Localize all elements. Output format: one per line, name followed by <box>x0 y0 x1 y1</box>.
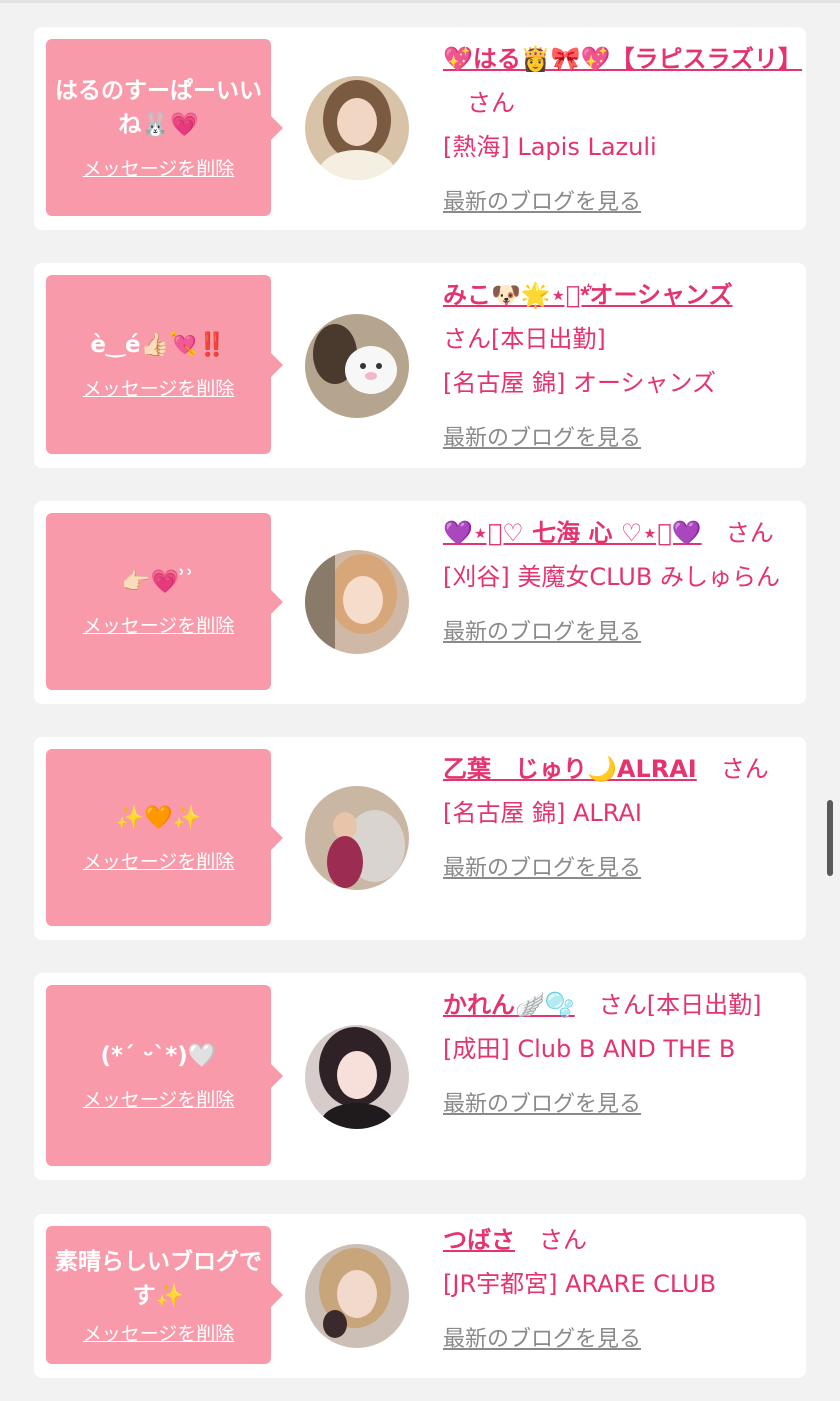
sender-info: かれん🪽🫧 さん[本日出勤] [成田] Club B AND THE B 最新のブ… <box>443 983 795 1127</box>
sender-name-link[interactable]: 乙葉 じゅり🌙ALRAI <box>443 755 697 783</box>
honorific: さん <box>725 519 774 547</box>
sender-info: 💖はる👸🎀💖【ラピスラズリ】さん [熱海] Lapis Lazuli 最新のブロ… <box>443 37 802 225</box>
delete-message-link[interactable]: メッセージを削除 <box>83 1319 235 1346</box>
latest-blog-link[interactable]: 最新のブログを見る <box>443 1318 795 1362</box>
sender-info: つばさ さん [JR宇都宮] ARARE CLUB 最新のブログを見る <box>443 1218 795 1362</box>
avatar[interactable] <box>305 550 409 654</box>
delete-message-link[interactable]: メッセージを削除 <box>83 847 235 874</box>
comment-bubble: はるのすーぱーいいね🐰💗 メッセージを削除 <box>46 39 283 216</box>
comment-text: (*ˊ ᵕˋ*)🤍 <box>100 1043 217 1069</box>
comment-bubble: è‿é👍🏻💘‼️ メッセージを削除 <box>46 275 283 454</box>
sender-name-link[interactable]: かれん🪽🫧 <box>443 991 575 1019</box>
message-card: è‿é👍🏻💘‼️ メッセージを削除 みこ🐶🌟⋆͛*͛オーシャンズ さん[本日出勤… <box>34 263 806 468</box>
avatar-photo <box>305 314 409 418</box>
sender-info: 乙葉 じゅり🌙ALRAI さん [名古屋 錦] ALRAI 最新のブログを見る <box>443 747 795 891</box>
comment-text: はるのすーぱーいいね🐰💗 <box>55 78 262 138</box>
latest-blog-link[interactable]: 最新のブログを見る <box>443 611 795 655</box>
avatar[interactable] <box>305 786 409 890</box>
comment-text: 👉🏻💗 ͗ ͗ <box>121 569 196 595</box>
sender-info: みこ🐶🌟⋆͛*͛オーシャンズ さん[本日出勤] [名古屋 錦] オーシャンズ 最… <box>443 273 795 461</box>
latest-blog-link[interactable]: 最新のブログを見る <box>443 1083 795 1127</box>
delete-message-link[interactable]: メッセージを削除 <box>83 1085 235 1112</box>
comment-text: è‿é👍🏻💘‼️ <box>90 332 227 358</box>
shop-name: [成田] Club B AND THE B <box>443 1035 736 1063</box>
comment-bubble: 👉🏻💗 ͗ ͗ メッセージを削除 <box>46 513 283 690</box>
latest-blog-link[interactable]: 最新のブログを見る <box>443 847 795 891</box>
sender-name-link[interactable]: 💜⋆͛♡ 七海 心 ♡⋆͛💜 <box>443 519 702 547</box>
message-card: (*ˊ ᵕˋ*)🤍 メッセージを削除 かれん🪽🫧 さん[本日出勤] [成田] Cl… <box>34 973 806 1180</box>
delete-message-link[interactable]: メッセージを削除 <box>83 154 235 181</box>
avatar[interactable] <box>305 314 409 418</box>
message-card: 👉🏻💗 ͗ ͗ メッセージを削除 💜⋆͛♡ 七海 心 ♡⋆͛💜 さん [刈谷] 美… <box>34 501 806 704</box>
comment-bubble: ✨🧡✨ メッセージを削除 <box>46 749 283 926</box>
delete-message-link[interactable]: メッセージを削除 <box>83 374 235 401</box>
scrollbar-thumb[interactable] <box>827 800 833 876</box>
comment-text: ✨🧡✨ <box>115 805 202 831</box>
comment-text: 素晴らしいブログです✨ <box>55 1248 262 1309</box>
shop-name: [名古屋 錦] ALRAI <box>443 799 642 827</box>
sender-name-link[interactable]: 💖はる👸🎀💖【ラピスラズリ】 <box>443 45 802 73</box>
latest-blog-link[interactable]: 最新のブログを見る <box>443 181 795 225</box>
message-card: ✨🧡✨ メッセージを削除 乙葉 じゅり🌙ALRAI さん [名古屋 錦] ALRA… <box>34 737 806 940</box>
avatar[interactable] <box>305 76 409 180</box>
honorific: さん <box>720 755 769 783</box>
delete-message-link[interactable]: メッセージを削除 <box>83 611 235 638</box>
avatar-photo <box>305 76 409 180</box>
shop-name: [JR宇都宮] ARARE CLUB <box>443 1270 717 1298</box>
sender-name-link[interactable]: みこ🐶🌟⋆͛*͛オーシャンズ <box>443 281 733 309</box>
honorific: さん <box>467 89 515 117</box>
honorific: さん[本日出勤] <box>598 991 762 1019</box>
sender-info: 💜⋆͛♡ 七海 心 ♡⋆͛💜 さん [刈谷] 美魔女CLUB みしゅらん 最新のブ… <box>443 511 795 655</box>
shop-name: [名古屋 錦] オーシャンズ <box>443 369 717 397</box>
comment-bubble: 素晴らしいブログです✨ メッセージを削除 <box>46 1226 283 1364</box>
message-card: 素晴らしいブログです✨ メッセージを削除 つばさ さん [JR宇都宮] ARARE… <box>34 1214 806 1378</box>
message-card: はるのすーぱーいいね🐰💗 メッセージを削除 💖はる👸🎀💖【ラピスラズリ】さん [… <box>34 27 806 230</box>
avatar[interactable] <box>305 1244 409 1348</box>
shop-name: [熱海] Lapis Lazuli <box>443 133 657 161</box>
comment-bubble: (*ˊ ᵕˋ*)🤍 メッセージを削除 <box>46 985 283 1166</box>
avatar[interactable] <box>305 1025 409 1129</box>
latest-blog-link[interactable]: 最新のブログを見る <box>443 417 795 461</box>
avatar-photo <box>305 786 409 890</box>
top-divider <box>0 0 840 3</box>
avatar-photo <box>305 1244 409 1348</box>
sender-name-link[interactable]: つばさ <box>443 1226 515 1254</box>
honorific: さん <box>539 1226 587 1254</box>
avatar-photo <box>305 550 409 654</box>
honorific: さん[本日出勤] <box>443 325 606 353</box>
avatar-photo <box>305 1025 409 1129</box>
shop-name: [刈谷] 美魔女CLUB みしゅらん <box>443 563 780 591</box>
